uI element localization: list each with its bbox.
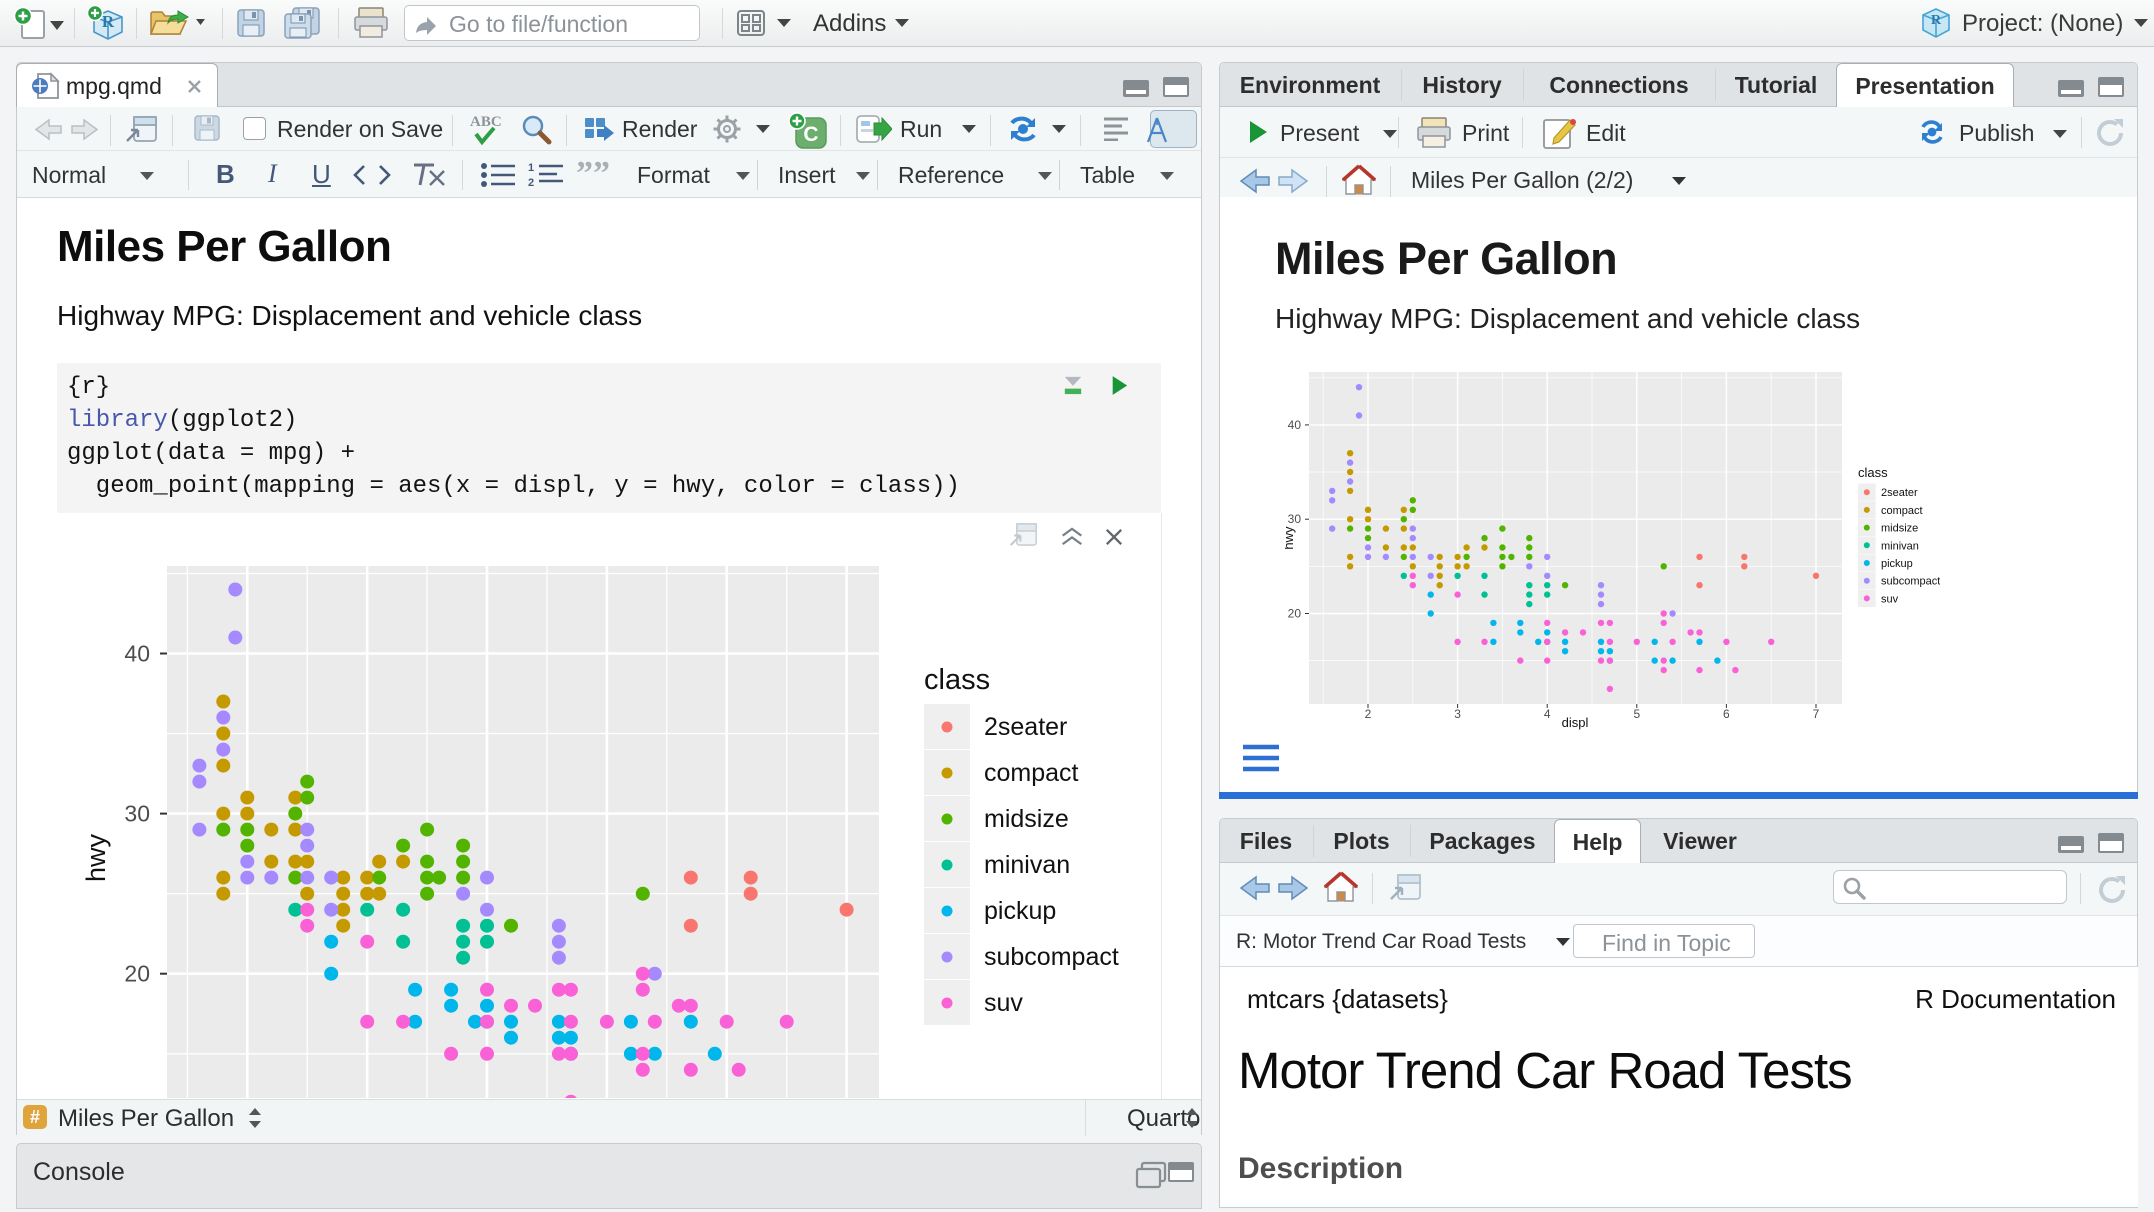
svg-text:class: class (924, 664, 990, 696)
svg-text:midsize: midsize (984, 805, 1069, 833)
svg-text:pickup: pickup (984, 897, 1056, 925)
svg-text:compact: compact (984, 759, 1079, 787)
svg-text:hwy: hwy (81, 833, 111, 882)
svg-text:minivan: minivan (1881, 540, 1919, 552)
svg-text:displ: displ (1562, 715, 1589, 730)
svg-text:2: 2 (1365, 707, 1372, 721)
svg-text:2: 2 (528, 177, 534, 188)
svg-text:7: 7 (1813, 707, 1820, 721)
svg-text:40: 40 (124, 641, 150, 667)
svg-text:20: 20 (1288, 607, 1302, 621)
svg-text:subcompact: subcompact (1881, 576, 1940, 588)
svg-text:pickup: pickup (1881, 558, 1913, 570)
svg-text:ABC: ABC (470, 114, 502, 130)
svg-text:midsize: midsize (1881, 523, 1918, 535)
svg-text:30: 30 (1288, 512, 1302, 526)
svg-text:5: 5 (1633, 707, 1640, 721)
svg-text:compact: compact (1881, 505, 1923, 517)
svg-text:hwy: hwy (1285, 526, 1296, 550)
svg-text:2seater: 2seater (984, 713, 1067, 741)
svg-text:1: 1 (528, 162, 534, 174)
svg-text:class: class (1858, 465, 1888, 480)
svg-text:4: 4 (1544, 707, 1551, 721)
svg-text:20: 20 (124, 961, 150, 987)
svg-text:minivan: minivan (984, 851, 1070, 879)
svg-text:40: 40 (1288, 418, 1302, 432)
svg-text:3: 3 (1454, 707, 1461, 721)
svg-text:suv: suv (1881, 593, 1899, 605)
svg-text:R: R (1931, 13, 1942, 28)
svg-text:C: C (803, 123, 818, 146)
svg-text:2seater: 2seater (1881, 487, 1918, 499)
svg-text:subcompact: subcompact (984, 943, 1119, 971)
svg-text:R: R (102, 12, 115, 31)
svg-text:suv: suv (984, 989, 1023, 1017)
svg-text:30: 30 (124, 801, 150, 827)
svg-text:6: 6 (1723, 707, 1730, 721)
